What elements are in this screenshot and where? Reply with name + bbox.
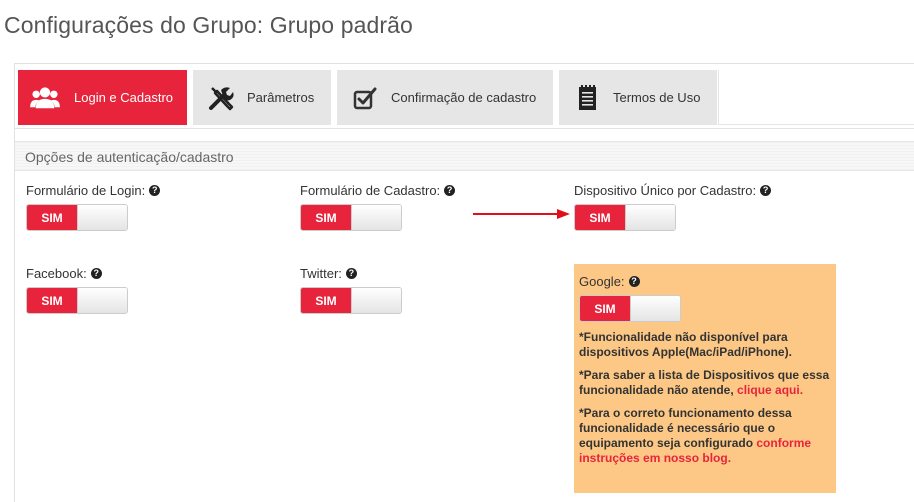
page-title: Configurações do Grupo: Grupo padrão — [4, 12, 413, 38]
field-label: Formulário de Login: ? — [26, 182, 161, 198]
annotation-arrow-icon — [473, 209, 570, 219]
facebook-field: Facebook: ? SIM — [26, 265, 128, 314]
signup-form-toggle[interactable]: SIM — [300, 204, 402, 231]
tab-termos-uso[interactable]: Termos de Uso — [559, 70, 717, 125]
login-form-field: Formulário de Login: ? SIM — [26, 182, 161, 231]
single-device-toggle[interactable]: SIM — [574, 204, 676, 231]
help-icon[interactable]: ? — [760, 184, 772, 196]
toggle-on-label: SIM — [575, 205, 625, 230]
help-icon[interactable]: ? — [444, 184, 456, 196]
tab-label: Parâmetros — [247, 90, 315, 105]
help-icon[interactable]: ? — [345, 267, 357, 279]
login-form-toggle[interactable]: SIM — [26, 204, 128, 231]
toggle-on-label: SIM — [27, 205, 77, 230]
field-label: Facebook: ? — [26, 265, 128, 281]
toggle-on-label: SIM — [27, 288, 77, 313]
help-icon[interactable]: ? — [628, 275, 640, 287]
device-list-note: *Para saber a lista de Dispositivos que … — [579, 368, 830, 397]
field-label: Formulário de Cadastro: ? — [300, 182, 456, 198]
toggle-knob — [625, 205, 675, 230]
field-label: Dispositivo Único por Cadastro: ? — [574, 182, 772, 198]
toggle-knob — [351, 205, 401, 230]
facebook-toggle[interactable]: SIM — [26, 287, 128, 314]
tools-icon — [209, 86, 234, 110]
document-icon — [579, 84, 596, 110]
tab-bar-filler — [718, 70, 914, 125]
field-label: Twitter: ? — [300, 265, 402, 281]
tab-label: Termos de Uso — [613, 90, 701, 105]
toggle-knob — [630, 296, 680, 321]
toggle-on-label: SIM — [301, 205, 351, 230]
single-device-field: Dispositivo Único por Cadastro: ? SIM — [574, 182, 772, 231]
google-toggle[interactable]: SIM — [579, 295, 681, 322]
toggle-on-label: SIM — [580, 296, 630, 321]
tab-login-cadastro[interactable]: Login e Cadastro — [18, 70, 187, 125]
twitter-field: Twitter: ? SIM — [300, 265, 402, 314]
checkbox-icon — [353, 87, 377, 109]
device-list-link[interactable]: clique aqui. — [737, 383, 803, 397]
tab-bar: Login e Cadastro Parâmetros Confirmação … — [15, 64, 914, 129]
toggle-on-label: SIM — [301, 288, 351, 313]
google-notice-box: Google: ? SIM *Funcionalidade não dispon… — [574, 264, 836, 493]
tab-parametros[interactable]: Parâmetros — [193, 70, 331, 125]
setup-note: *Para o correto funcionamento dessa func… — [579, 406, 812, 465]
twitter-toggle[interactable]: SIM — [300, 287, 402, 314]
field-label: Google: ? — [579, 273, 830, 289]
tab-confirmacao-cadastro[interactable]: Confirmação de cadastro — [337, 70, 553, 125]
apple-warning-note: *Funcionalidade não disponível para disp… — [579, 330, 792, 359]
help-icon[interactable]: ? — [90, 267, 102, 279]
toggle-knob — [351, 288, 401, 313]
section-header: Opções de autenticação/cadastro — [15, 141, 914, 171]
users-icon — [30, 86, 60, 108]
tab-label: Login e Cadastro — [74, 90, 174, 105]
help-icon[interactable]: ? — [149, 184, 161, 196]
settings-panel: Login e Cadastro Parâmetros Confirmação … — [14, 63, 914, 502]
toggle-knob — [77, 205, 127, 230]
tab-label: Confirmação de cadastro — [391, 90, 537, 105]
toggle-knob — [77, 288, 127, 313]
signup-form-field: Formulário de Cadastro: ? SIM — [300, 182, 456, 231]
